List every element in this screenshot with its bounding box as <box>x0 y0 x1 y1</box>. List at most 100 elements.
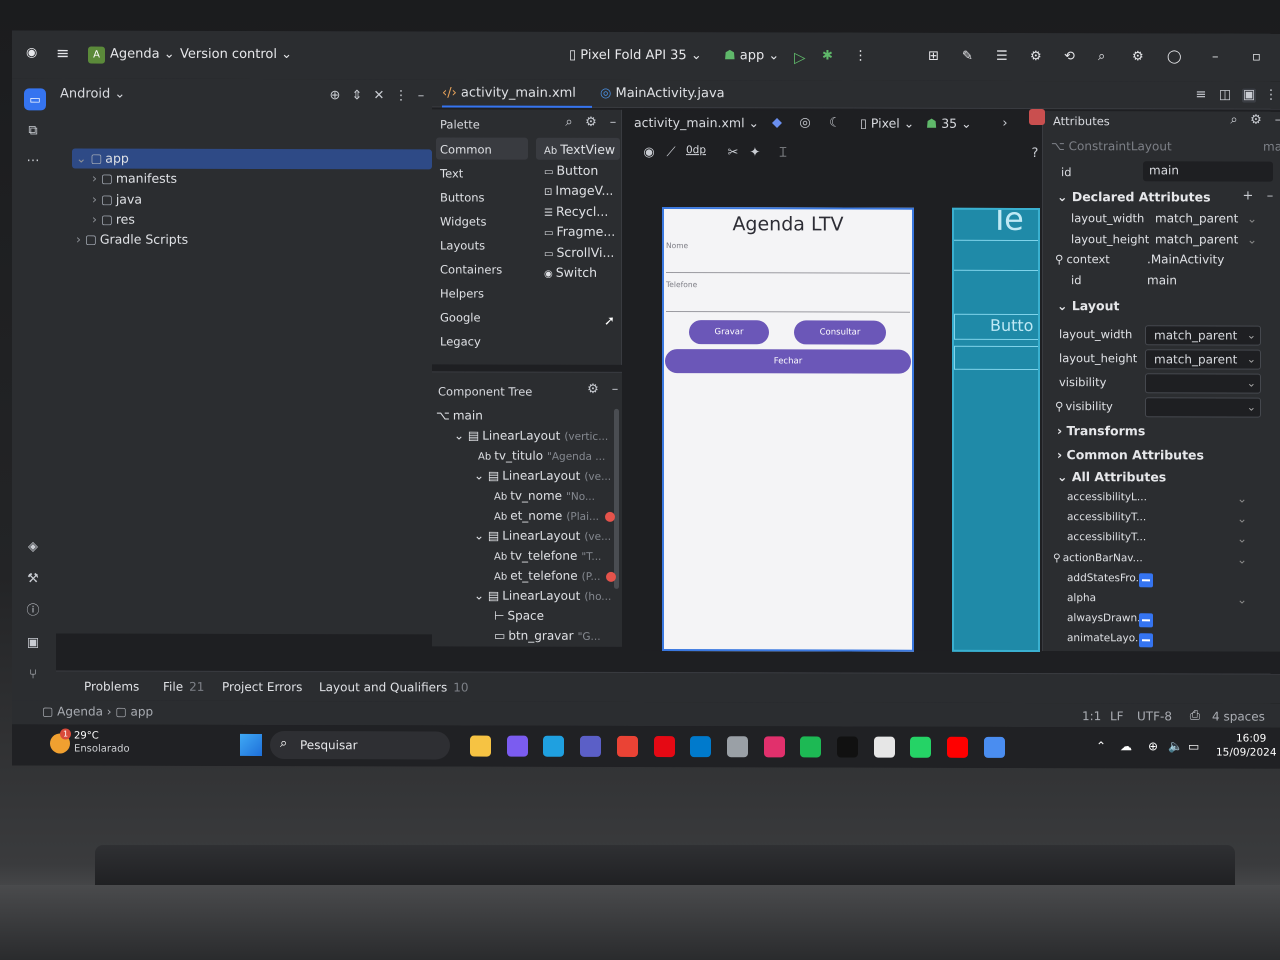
api-selector[interactable]: ☗ 35 ⌄ <box>926 116 972 131</box>
search-icon[interactable]: ⌕ <box>562 115 576 130</box>
name-field[interactable]: Nome <box>666 241 910 274</box>
settings-icon[interactable]: ⚙ <box>1249 113 1263 128</box>
palette-item[interactable]: Ab TextView <box>544 142 615 157</box>
hide-icon[interactable]: – <box>1271 113 1280 128</box>
settings-icon[interactable]: ⚙ <box>1132 49 1144 64</box>
layout-attribute-dropdown[interactable]: ⌄ <box>1145 397 1261 418</box>
indent-setting[interactable]: 4 spaces <box>1212 709 1265 723</box>
layout-attribute-dropdown[interactable]: match_parent ⌄ <box>1145 325 1261 346</box>
device-manager-icon[interactable]: ⚙ <box>1030 49 1042 64</box>
tree-item[interactable]: › ▢ res <box>86 210 386 231</box>
line-separator[interactable]: LF <box>1110 709 1124 723</box>
settings-icon[interactable]: ⚙ <box>586 382 600 397</box>
eye-icon[interactable]: ◉ <box>642 145 656 160</box>
component-tree-row[interactable]: ⌄ ▤ LinearLayout (ve... <box>474 529 611 543</box>
error-indicator-icon[interactable] <box>1029 109 1045 126</box>
palette-category[interactable]: Widgets <box>440 214 487 228</box>
declared-attribute-value[interactable]: match_parent <box>1155 232 1238 246</box>
palette-category[interactable]: Buttons <box>440 190 485 204</box>
palette-category[interactable]: Helpers <box>440 286 484 300</box>
design-mode-icon[interactable]: ◆ <box>770 115 784 130</box>
chevron-down-icon[interactable]: ⌄ <box>1237 492 1247 506</box>
netflix-icon[interactable] <box>653 736 675 758</box>
chrome-icon[interactable] <box>616 735 638 757</box>
night-mode-icon[interactable]: ☾ <box>828 115 842 130</box>
bottom-tab[interactable]: Layout and Qualifiers 10 <box>319 680 468 694</box>
search-icon[interactable]: ⌕ <box>1227 113 1241 128</box>
instagram-icon[interactable] <box>763 736 785 758</box>
design-view-icon[interactable]: ▣ <box>1242 88 1256 103</box>
palette-category[interactable]: Google <box>440 310 481 324</box>
component-tree-row[interactable]: ▭ btn_gravar "G... <box>494 629 601 643</box>
palette-item[interactable]: ☰ Recycl... <box>544 203 608 218</box>
phone-preview[interactable]: Agenda LTV Nome Telefone Gravar Consulta… <box>662 207 914 652</box>
git-icon[interactable]: ⑂ <box>26 667 40 682</box>
roblox-icon[interactable] <box>873 736 895 758</box>
chevron-icon[interactable]: › <box>92 212 97 227</box>
component-tree-row[interactable]: Ab tv_nome "No... <box>494 489 595 503</box>
save-button[interactable]: Gravar <box>689 320 769 345</box>
palette-item[interactable]: ⊡ ImageV... <box>544 183 613 198</box>
layout-file-selector[interactable]: activity_main.xml ⌄ <box>634 115 759 130</box>
run-icon[interactable]: ▷ <box>794 48 806 66</box>
battery-icon[interactable]: ▭ <box>1188 739 1199 753</box>
device-selector[interactable]: ▯ Pixel ⌄ <box>860 116 914 131</box>
palette-category[interactable]: Legacy <box>440 334 481 348</box>
chevron-icon[interactable]: › <box>76 232 81 247</box>
chevron-right-icon[interactable]: › <box>998 116 1012 131</box>
caret-position[interactable]: 1:1 <box>1082 709 1101 723</box>
hide-icon[interactable]: – <box>414 88 428 103</box>
chevron-down-icon[interactable]: ⌄ <box>1247 232 1257 246</box>
chevron-icon[interactable]: › <box>92 171 97 186</box>
file-explorer-icon[interactable] <box>470 735 491 757</box>
network-icon[interactable]: ⊕ <box>1148 739 1158 753</box>
chevron-down-icon[interactable]: ⌄ <box>1237 512 1247 526</box>
locate-icon[interactable]: ⊕ <box>328 88 342 103</box>
breadcrumb-project[interactable]: ▢ Agenda <box>42 704 103 718</box>
declared-attribute-value[interactable]: .MainActivity <box>1147 252 1224 266</box>
component-tree-row[interactable]: ⌄ ▤ LinearLayout (ho... <box>474 589 611 603</box>
scrollbar[interactable] <box>614 408 619 589</box>
add-icon[interactable]: + <box>1241 189 1255 204</box>
expand-all-icon[interactable]: ⇕ <box>350 88 364 103</box>
layout-attribute-dropdown[interactable]: ⌄ <box>1145 373 1261 394</box>
project-folder-icon[interactable]: ▭ <box>24 88 46 111</box>
onedrive-icon[interactable]: ☁ <box>1120 739 1132 753</box>
help-icon[interactable]: ? <box>1028 146 1042 161</box>
app-icon[interactable] <box>726 736 748 758</box>
palette-item[interactable]: ▭ ScrollVi... <box>544 244 614 259</box>
copilot-icon[interactable] <box>506 735 528 757</box>
component-tree-row[interactable]: ⌥ main <box>436 408 487 422</box>
blueprint-icon[interactable]: ◎ <box>798 115 812 130</box>
more-icon[interactable]: ⋮ <box>1264 88 1278 103</box>
run-config-selector[interactable]: ☗ app ⌄ <box>724 48 779 63</box>
palette-item[interactable]: ▭ Fragme... <box>544 224 615 239</box>
app-logo-icon[interactable]: ◉ <box>26 45 37 60</box>
palette-item[interactable]: ▭ Button <box>544 162 598 177</box>
error-icon[interactable] <box>606 571 617 582</box>
translate-icon[interactable]: ✎ <box>962 49 973 64</box>
version-control-menu[interactable]: Version control ⌄ <box>180 47 292 62</box>
logcat-icon[interactable]: ☰ <box>996 49 1008 64</box>
whatsapp-icon[interactable] <box>910 736 932 758</box>
transforms-header[interactable]: › Transforms <box>1057 423 1145 438</box>
component-tree-row[interactable]: ⊢ Space <box>494 609 548 623</box>
main-menu-icon[interactable]: ≡ <box>56 43 69 62</box>
clear-constraints-icon[interactable]: ✂ <box>726 145 740 160</box>
bottom-tab[interactable]: Problems <box>84 680 139 694</box>
chevron-down-icon[interactable]: ⌄ <box>1237 593 1247 607</box>
code-view-icon[interactable]: ≡ <box>1194 87 1208 102</box>
vscode-icon[interactable] <box>690 736 712 758</box>
palette-category[interactable]: Containers <box>440 262 502 276</box>
device-selector[interactable]: ▯ Pixel Fold API 35 ⌄ <box>569 48 702 63</box>
sync-icon[interactable]: ⟲ <box>1064 49 1075 64</box>
query-button[interactable]: Consultar <box>794 320 886 345</box>
common-attributes-header[interactable]: › Common Attributes <box>1057 447 1204 462</box>
component-tree-row[interactable]: Ab et_nome (Plai... <box>494 509 616 523</box>
clock-date[interactable]: 15/09/2024 <box>1216 746 1277 758</box>
palette-item[interactable]: ◉ Switch <box>544 265 597 280</box>
blueprint-preview[interactable]: Te Butto <box>952 207 1040 653</box>
chevron-down-icon[interactable]: ⌄ <box>1247 212 1257 226</box>
gemini-icon[interactable]: ◈ <box>26 539 40 554</box>
component-tree-row[interactable]: Ab tv_telefone "T... <box>494 549 601 563</box>
